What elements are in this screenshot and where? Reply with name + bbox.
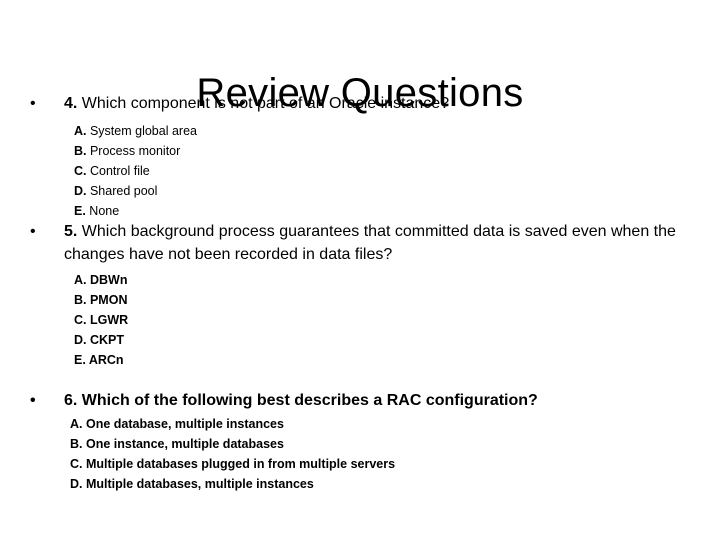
option-a: A. One database, multiple instances <box>70 417 284 431</box>
question-4-text: • 4. Which component is not part of an O… <box>30 92 690 115</box>
question-6-text: • 6. Which of the following best describ… <box>30 389 690 412</box>
option-e: E. None <box>74 204 120 218</box>
option-d: D. CKPT <box>74 333 124 347</box>
question-5-text: • 5. Which background process guarantees… <box>30 220 690 266</box>
question-number: 5. <box>64 223 78 240</box>
question-prompt: Which component is not part of an Oracle… <box>77 95 450 112</box>
bullet-icon: • <box>30 392 36 409</box>
question-5: • 5. Which background process guarantees… <box>30 220 690 370</box>
question-6: • 6. Which of the following best describ… <box>30 389 690 494</box>
question-prompt: Which of the following best describes a … <box>77 392 538 409</box>
option-c: C. Control file <box>74 164 150 178</box>
question-number: 4. <box>64 95 78 112</box>
option-e: E. ARCn <box>74 353 124 367</box>
option-a: A. DBWn <box>74 273 128 287</box>
option-a: A. System global area <box>74 124 197 138</box>
bullet-icon: • <box>30 95 36 112</box>
answer-options: A. DBWn B. PMON C. LGWR D. CKPT E. ARCn <box>74 270 690 370</box>
bullet-icon: • <box>30 223 36 240</box>
question-number: 6. <box>64 392 78 409</box>
answer-options: A. System global area B. Process monitor… <box>74 121 690 221</box>
question-prompt: Which background process guarantees that… <box>64 223 676 263</box>
option-c: C. Multiple databases plugged in from mu… <box>70 457 396 471</box>
option-d: D. Shared pool <box>74 184 158 198</box>
option-c: C. LGWR <box>74 313 129 327</box>
option-d: D. Multiple databases, multiple instance… <box>70 477 314 491</box>
question-4: • 4. Which component is not part of an O… <box>30 92 690 221</box>
answer-options: A. One database, multiple instances B. O… <box>70 414 690 494</box>
option-b: B. Process monitor <box>74 144 181 158</box>
option-b: B. PMON <box>74 293 128 307</box>
option-b: B. One instance, multiple databases <box>70 437 284 451</box>
